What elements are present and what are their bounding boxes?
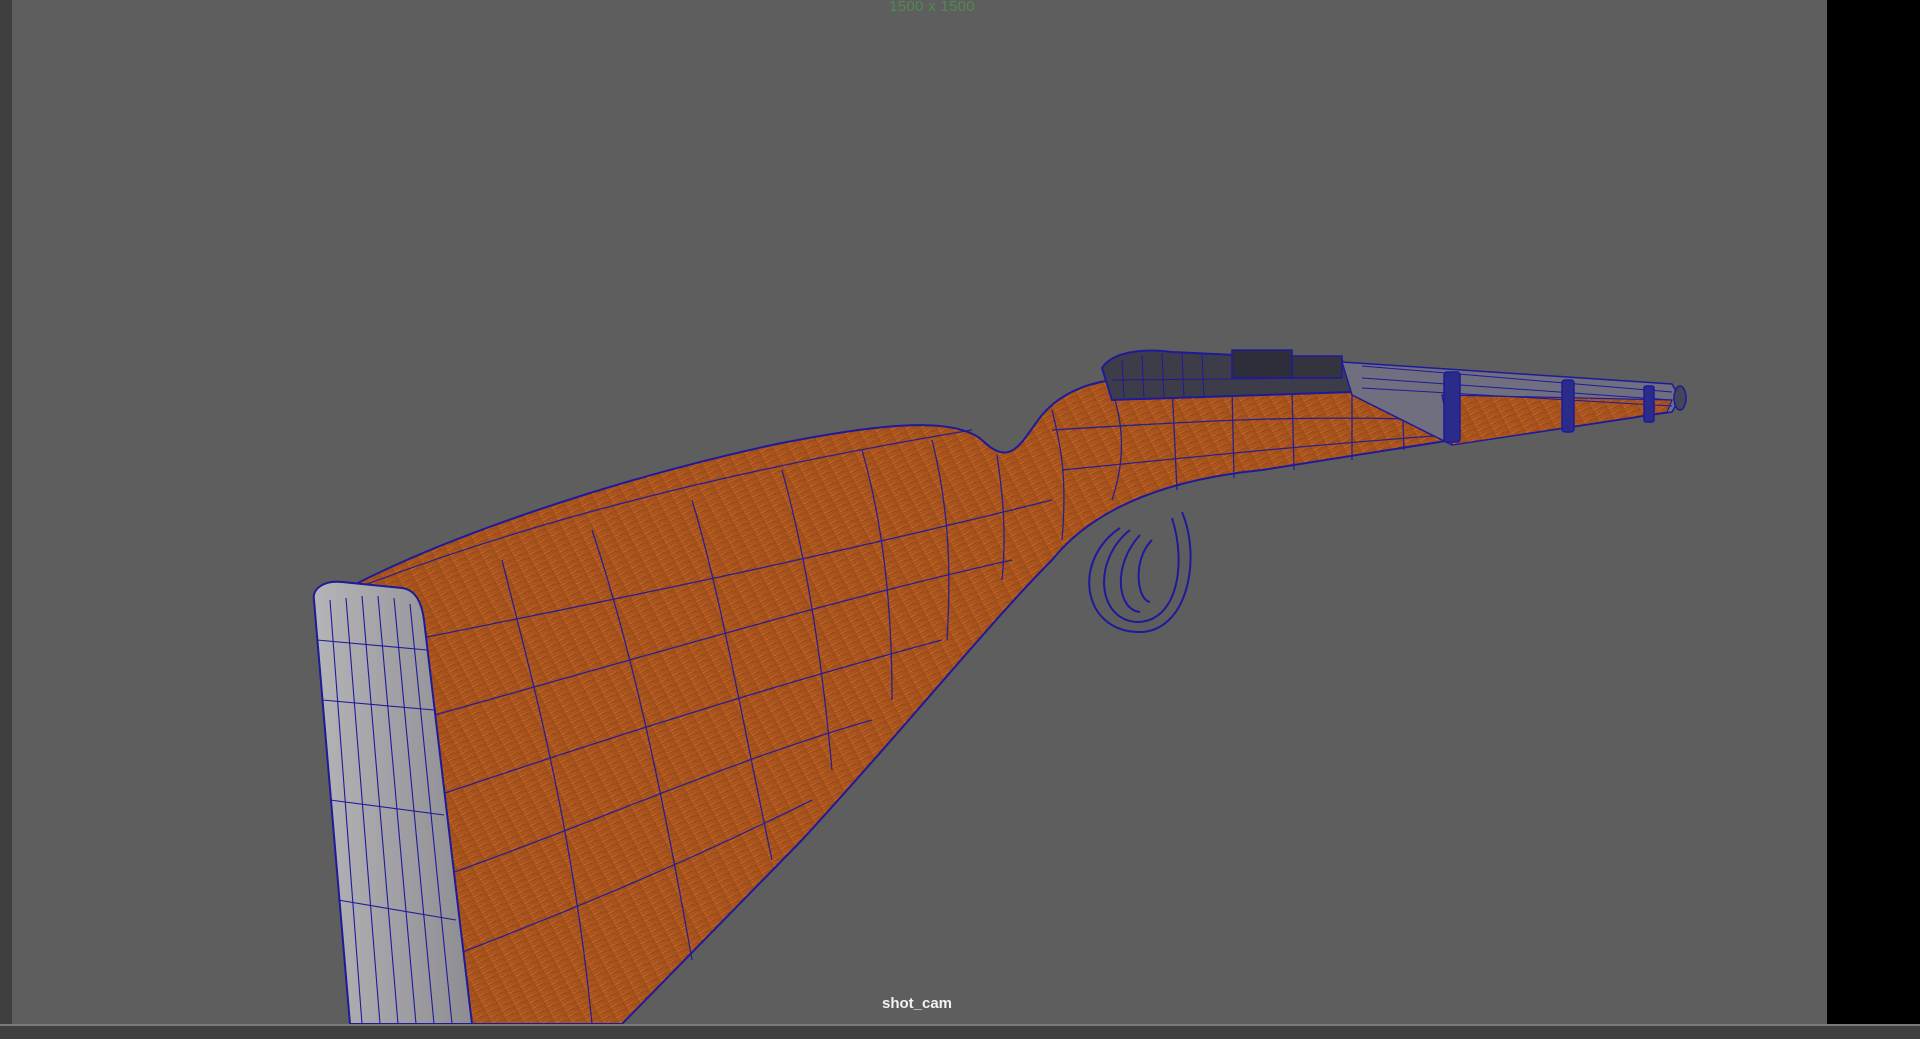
maya-viewport-window: 1500 x 1500 shot_cam	[0, 0, 1920, 1039]
viewport-left-border	[0, 0, 12, 1024]
rifle-model[interactable]	[12, 0, 1827, 1024]
rifle-stock[interactable]	[327, 377, 1454, 1024]
viewport-bottom-bar	[0, 1024, 1920, 1039]
resolution-gate-label: 1500 x 1500	[889, 0, 975, 15]
3d-viewport[interactable]: 1500 x 1500 shot_cam	[12, 0, 1827, 1024]
rifle-receiver[interactable]	[1100, 349, 1354, 402]
camera-name-label: shot_cam	[881, 995, 953, 1012]
trigger-guard[interactable]	[1088, 511, 1192, 634]
